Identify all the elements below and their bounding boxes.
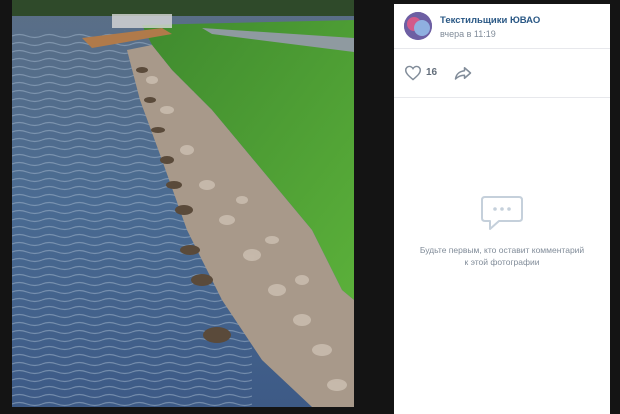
comment-bubble-icon [481, 196, 523, 230]
comments-empty-state: Будьте первым, кто оставит комментарий к… [394, 194, 610, 268]
like-count: 16 [426, 67, 438, 78]
community-avatar-image [404, 12, 432, 40]
avatar[interactable] [404, 12, 432, 40]
photo-viewer-overlay[interactable]: Текстильщики ЮВАО вчера в 11:19 16 Будьт… [0, 0, 620, 414]
comments-empty-text: Будьте первым, кто оставит комментарий к… [419, 245, 585, 267]
photo[interactable] [12, 0, 354, 407]
photo-image [12, 0, 354, 407]
post-header: Текстильщики ЮВАО вчера в 11:19 [394, 4, 610, 49]
author-link[interactable]: Текстильщики ЮВАО [440, 15, 540, 26]
heart-icon[interactable] [404, 65, 422, 81]
post-actions: 16 [394, 49, 610, 98]
post-date[interactable]: вчера в 11:19 [440, 29, 496, 39]
share-icon[interactable] [454, 65, 472, 81]
photo-info-panel: Текстильщики ЮВАО вчера в 11:19 16 Будьт… [394, 4, 610, 414]
